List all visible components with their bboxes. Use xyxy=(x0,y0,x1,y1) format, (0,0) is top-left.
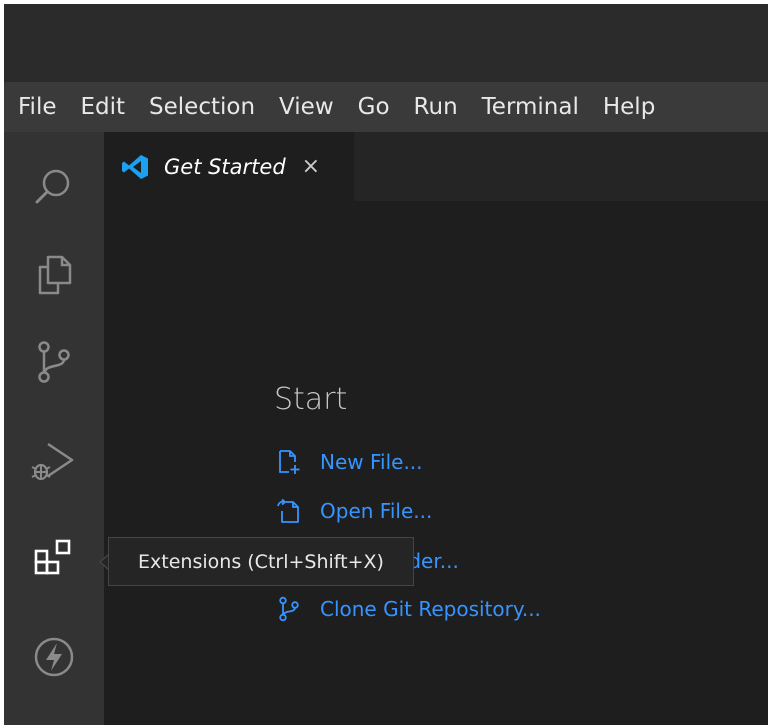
activity-extensions[interactable] xyxy=(4,514,104,604)
menu-go[interactable]: Go xyxy=(346,94,402,120)
clone-repo-link[interactable]: Clone Git Repository... xyxy=(276,592,541,626)
lightning-icon xyxy=(34,637,74,677)
new-file-link[interactable]: New File... xyxy=(276,445,423,479)
vscode-logo-icon xyxy=(122,154,148,179)
menu-run[interactable]: Run xyxy=(402,94,470,120)
open-file-link[interactable]: Open File... xyxy=(276,494,432,528)
extensions-icon xyxy=(34,539,71,575)
search-icon xyxy=(35,169,70,204)
activity-bar xyxy=(4,132,104,725)
menu-selection[interactable]: Selection xyxy=(137,94,267,120)
run-debug-icon xyxy=(31,442,74,481)
close-icon[interactable]: × xyxy=(302,155,320,178)
source-control-icon xyxy=(38,341,70,383)
new-file-icon xyxy=(279,450,300,474)
open-file-label: Open File... xyxy=(320,499,433,523)
menu-view[interactable]: View xyxy=(267,94,346,120)
activity-search[interactable] xyxy=(4,142,104,232)
new-file-label: New File... xyxy=(320,450,423,474)
tab-label: Get Started xyxy=(164,154,286,179)
tab-strip: Get Started × xyxy=(104,132,768,201)
extensions-tooltip: Extensions (Ctrl+Shift+X) xyxy=(108,537,414,586)
open-file-icon xyxy=(277,498,299,523)
tab-get-started[interactable]: Get Started × xyxy=(104,132,354,201)
menu-edit[interactable]: Edit xyxy=(69,94,138,120)
activity-source-control[interactable] xyxy=(4,317,104,407)
git-branch-icon xyxy=(279,596,299,622)
activity-lightning[interactable] xyxy=(4,612,104,702)
title-bar xyxy=(4,4,768,82)
start-heading: Start xyxy=(274,382,348,417)
editor-area: Get Started × Start New File... Open Fil… xyxy=(104,132,768,725)
menu-file[interactable]: File xyxy=(4,94,69,120)
menu-bar: File Edit Selection View Go Run Terminal… xyxy=(4,82,768,132)
clone-repo-label: Clone Git Repository... xyxy=(320,597,541,621)
explorer-files-icon xyxy=(38,255,72,295)
menu-terminal[interactable]: Terminal xyxy=(470,94,591,120)
menu-help[interactable]: Help xyxy=(591,94,667,120)
activity-run-debug[interactable] xyxy=(4,417,104,507)
activity-explorer[interactable] xyxy=(4,230,104,320)
